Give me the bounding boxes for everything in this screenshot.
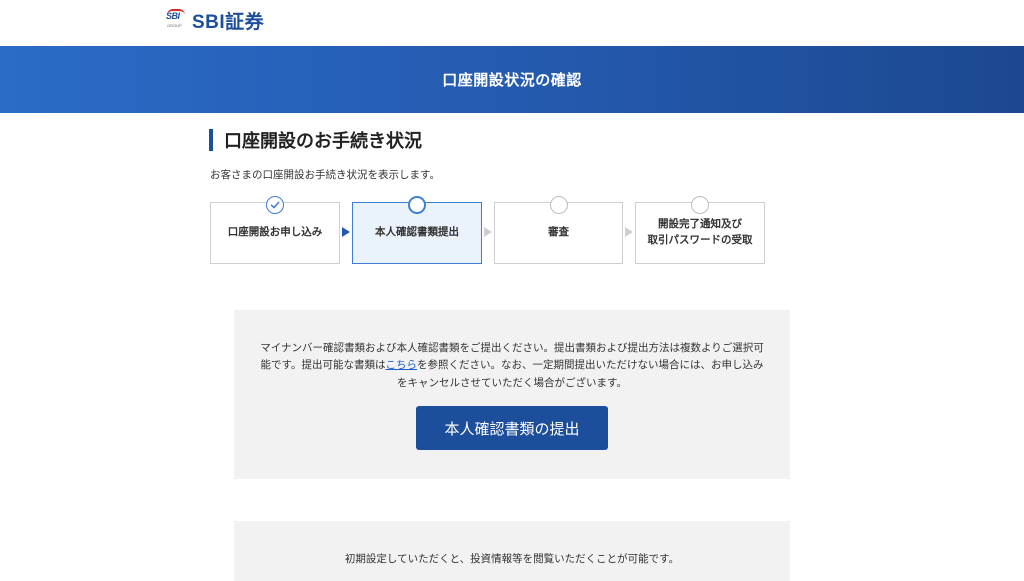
section-title: 口座開設のお手続き状況 — [224, 131, 422, 152]
submission-notice: マイナンバー確認書類および本人確認書類をご提出ください。提出書類および提出方法は… — [260, 342, 764, 389]
step-id-documents: 本人確認書類提出 — [352, 196, 482, 264]
submit-id-documents-button[interactable]: 本人確認書類の提出 — [416, 406, 608, 450]
step-completion-notice: 開設完了通知及び 取引パスワードの受取 — [635, 196, 765, 264]
step-label: 開設完了通知及び 取引パスワードの受取 — [647, 218, 753, 246]
step-pending-indicator — [549, 196, 568, 214]
step-current-indicator — [408, 196, 426, 214]
page-title: 口座開設状況の確認 — [442, 71, 582, 89]
step-application: 口座開設お申し込み — [210, 196, 340, 264]
documents-list-link[interactable]: こちら — [385, 359, 417, 371]
page-banner: 口座開設状況の確認 — [0, 46, 1024, 113]
section-intro: お客さまの口座開設お手続き状況を表示します。 — [210, 169, 440, 181]
section-heading: 口座開設のお手続き状況 — [209, 129, 422, 152]
step-arrow-icon — [342, 227, 350, 237]
step-label: 口座開設お申し込み — [227, 226, 323, 239]
sbi-group-logo-icon: SBI GROUP — [166, 9, 186, 31]
step-label: 審査 — [548, 226, 569, 239]
progress-stepper: 口座開設お申し込み 本人確認書類提出 審査 開設完了通知及び 取引パスワードの受… — [210, 196, 766, 264]
step-label: 本人確認書類提出 — [375, 226, 459, 239]
document-submission-panel: マイナンバー確認書類および本人確認書類をご提出ください。提出書類および提出方法は… — [234, 310, 790, 479]
sbi-logo[interactable]: SBI GROUP SBI証券 — [166, 8, 265, 33]
check-icon — [270, 201, 280, 209]
step-arrow-icon — [625, 227, 633, 237]
step-pending-indicator — [691, 196, 709, 214]
step-review: 審査 — [494, 196, 623, 264]
initial-settings-panel: 初期設定していただくと、投資情報等を閲覧いただくことが可能です。 — [234, 521, 790, 581]
initial-settings-text: 初期設定していただくと、投資情報等を閲覧いただくことが可能です。 — [344, 553, 680, 565]
step-complete-indicator — [266, 196, 284, 214]
site-header: SBI GROUP SBI証券 — [0, 0, 1024, 46]
logo-text: SBI証券 — [192, 11, 265, 33]
step-arrow-icon — [484, 227, 492, 237]
